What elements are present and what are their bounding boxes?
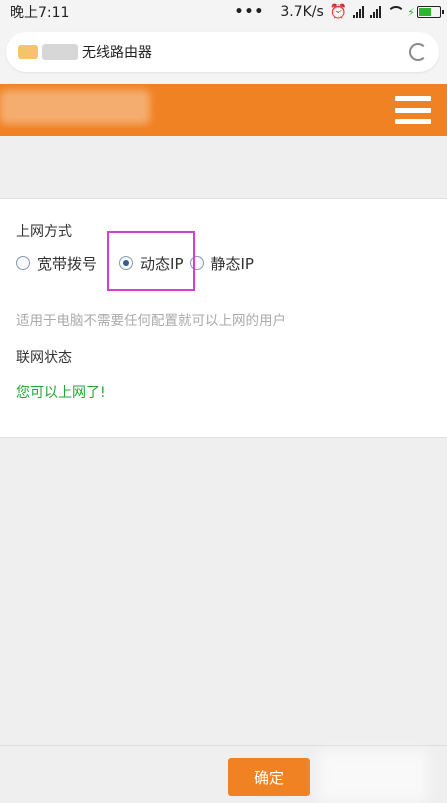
browser-toolbar: 无线路由器: [0, 24, 447, 84]
highlight-annotation-box: [107, 231, 195, 291]
redacted-watermark: [318, 750, 428, 802]
network-speed: 3.7K/s: [280, 4, 324, 20]
battery-icon: [417, 6, 444, 18]
hamburger-menu-icon[interactable]: [395, 96, 431, 124]
bottom-action-bar: 确定: [0, 745, 447, 803]
radio-static-ip[interactable]: 静态IP: [189, 253, 254, 274]
connection-mode-label: 上网方式: [16, 224, 72, 240]
more-dots: •••: [234, 4, 265, 20]
signal-icon: [353, 6, 365, 18]
address-bar[interactable]: 无线路由器: [6, 32, 439, 72]
network-status-label: 联网状态: [16, 350, 72, 366]
redacted-brand: [42, 44, 78, 60]
radio-pppoe-label: 宽带拨号: [37, 254, 98, 273]
radio-unchecked-icon: [16, 256, 30, 270]
charging-icon: ⚡: [407, 5, 415, 19]
signal-icon-2: [370, 6, 382, 18]
radio-pppoe[interactable]: 宽带拨号: [16, 253, 97, 274]
reload-icon[interactable]: [409, 43, 427, 61]
status-icons: ••• 3.7K/s ⏰ ⚡: [234, 4, 444, 20]
status-time: 晚上7:11: [10, 5, 70, 21]
router-header: [0, 84, 447, 136]
mode-hint-text: 适用于电脑不需要任何配置就可以上网的用户: [16, 313, 286, 329]
alarm-icon: ⏰: [329, 4, 348, 20]
wifi-icon: [387, 6, 406, 18]
connection-settings-card: 上网方式 宽带拨号 动态IP 静态IP 适用于电脑不需要任何配置就可以上网的用户…: [0, 198, 447, 438]
redacted-logo: [0, 90, 150, 124]
status-bar: 晚上7:11 ••• 3.7K/s ⏰ ⚡: [0, 0, 447, 24]
radio-static-ip-label: 静态IP: [210, 254, 254, 273]
page-tab-title: 无线路由器: [82, 45, 152, 61]
site-favicon-icon: [18, 45, 38, 59]
network-status-value: 您可以上网了!: [16, 385, 106, 401]
confirm-button[interactable]: 确定: [228, 758, 310, 796]
